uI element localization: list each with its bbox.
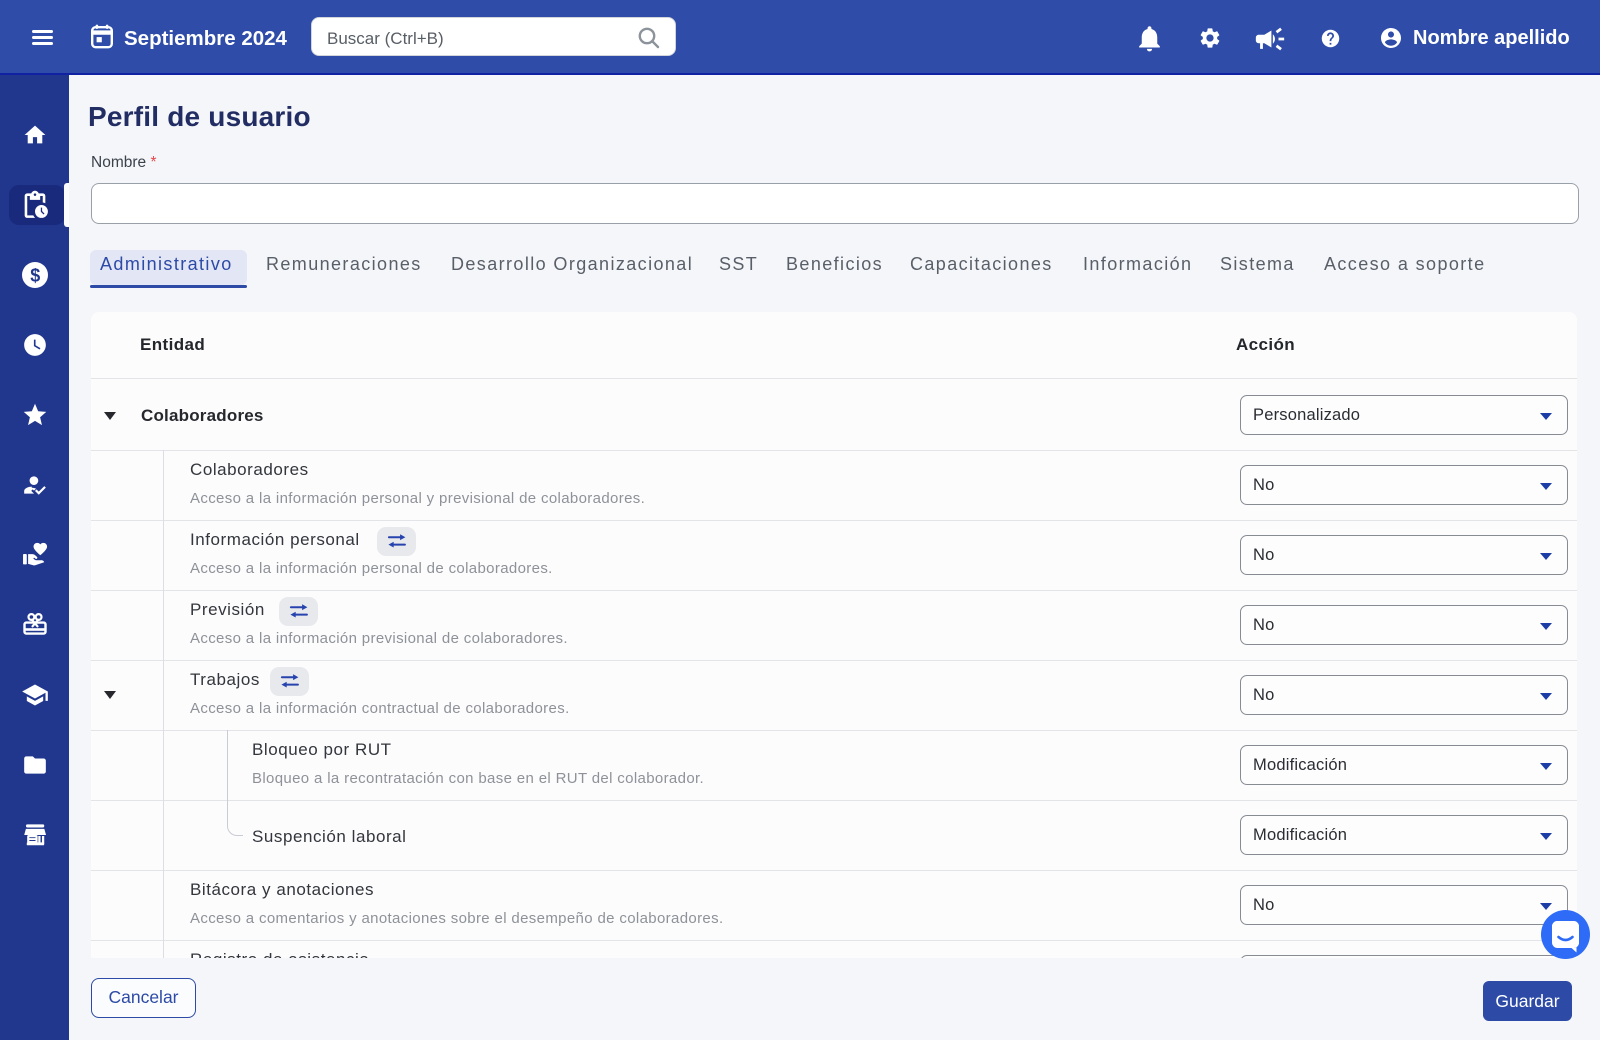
svg-text:$: $ — [30, 265, 40, 285]
